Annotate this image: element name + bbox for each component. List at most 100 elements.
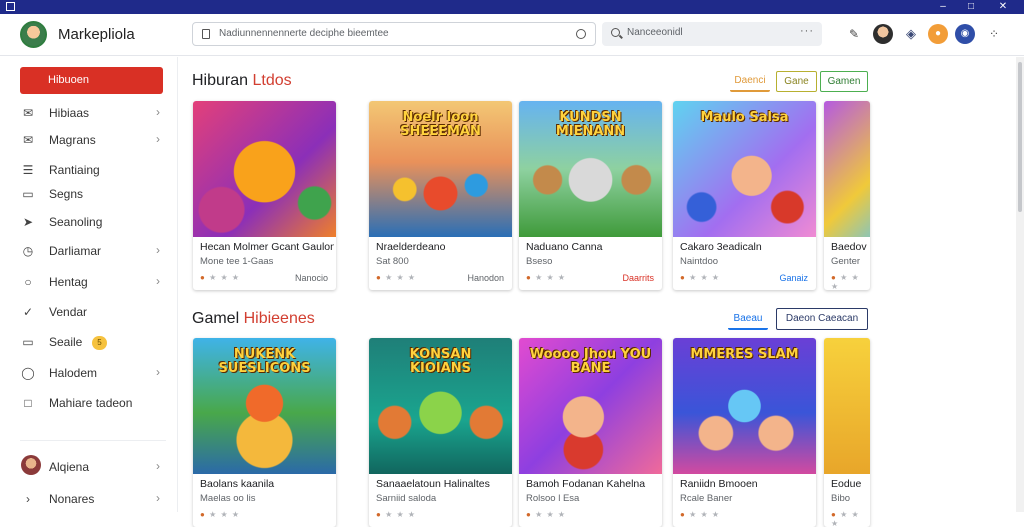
window-title-bar: – □ ✕ (0, 0, 1024, 14)
account-icon[interactable]: ◉ (955, 24, 975, 44)
sidebar-item-9[interactable]: ◯ Halodem › (20, 363, 166, 385)
rating-stars: ● ★ ★ ★ (200, 273, 241, 282)
brand-logo[interactable] (20, 21, 47, 48)
sidebar-item-2[interactable]: ☰ Rantiaing (20, 160, 166, 182)
chevron-right-icon: › (156, 459, 160, 473)
chevron-right-icon: › (156, 365, 160, 379)
game-card[interactable]: W Eodue Bibo ● ★ ★ ★ (824, 338, 870, 527)
game-title[interactable]: Sanaaelatoun Halinaltes (376, 478, 510, 490)
brand-name: Markepliola (58, 26, 135, 43)
game-subtitle: Bibo (831, 493, 851, 504)
sidebar-item-label: Hibiaas (49, 106, 90, 120)
sidebar-item-6[interactable]: ○ Hentag › (20, 272, 166, 294)
rating-stars: ● ★ ★ ★ (200, 510, 241, 519)
game-card[interactable]: NUKENK SUESLICONS Baolans kaanila Maelas o… (193, 338, 336, 527)
scrollbar-thumb[interactable] (1018, 62, 1022, 212)
game-card[interactable]: Hecan Molmer Gcant Gaulon Mone tee 1-Gaas… (193, 101, 336, 290)
sidebar-item-7[interactable]: ✓ Vendar (20, 302, 166, 324)
thumbnail-title-art: Woooo Jhou YOU BANE (529, 347, 652, 376)
thumbnail-title-art: NUKENK SUESLICONS (218, 347, 311, 376)
price-label[interactable]: Nanocio (295, 273, 328, 283)
sidebar-item-more[interactable]: › Nonares › (20, 489, 166, 511)
game-thumbnail[interactable] (824, 101, 870, 237)
sidebar-item-10[interactable]: □ Mahiare tadeon (20, 393, 166, 415)
sidebar-item-1[interactable]: ✉ Magrans › (20, 130, 166, 152)
rating-stars: ● ★ ★ ★ (376, 510, 417, 519)
sidebar-item-label: Alqiena (49, 460, 90, 474)
rating-stars: ● ★ ★ ★ (376, 273, 417, 282)
game-card[interactable]: Baedov Genter ● ★ ★ ★ (824, 101, 870, 290)
sidebar-item-label: Halodem (49, 366, 98, 380)
sidebar-divider (20, 440, 166, 441)
notification-icon[interactable]: ● (928, 24, 948, 44)
circle-icon: ○ (24, 275, 32, 289)
chevron-right-icon: › (156, 243, 160, 257)
game-title[interactable]: Naduano Canna (526, 241, 660, 253)
sidebar-item-3[interactable]: ▭ Segns (20, 184, 166, 206)
game-subtitle: Naintdoo (680, 256, 719, 267)
chevron-right-icon: › (156, 132, 160, 146)
primary-action-button[interactable]: Hibuoen (20, 67, 163, 94)
sidebar-item-label: Mahiare tadeon (49, 396, 133, 410)
shield-icon[interactable]: ◈ (901, 24, 921, 44)
game-card[interactable]: KUNDSN MIENANN Naduano Canna Bseso ● ★ ★ ★ D… (519, 101, 662, 290)
game-card[interactable]: Noelr Ioon SHEEEMAN Nraelderdeano Sat 800 ●… (369, 101, 512, 290)
app-window-icon (6, 2, 15, 11)
game-title[interactable]: Bamoh Fodanan Kahelna (526, 478, 660, 490)
address-bar[interactable]: Nadiunnennennerte deciphe bieemtee (192, 22, 596, 46)
game-subtitle: Rolsoo l Esa (526, 493, 580, 504)
game-card[interactable]: MMERES SLAM Raniidn Bmooen Rcale Baner ● ★ … (673, 338, 816, 527)
minimize-button[interactable]: – (932, 0, 954, 14)
price-label[interactable]: Ganaiz (779, 273, 808, 283)
inbox-icon: ✉ (22, 133, 34, 147)
sidebar-item-label: Darliamar (49, 244, 102, 258)
game-title[interactable]: Baedov (831, 241, 870, 253)
sidebar-item-4[interactable]: ➤ Seanoling (20, 212, 166, 234)
more-options-icon[interactable]: ··· (800, 25, 814, 37)
maximize-button[interactable]: □ (960, 0, 982, 14)
reload-icon[interactable] (576, 29, 586, 39)
game-subtitle: Sarniid saloda (376, 493, 437, 504)
filter-chip[interactable]: Baeau (728, 309, 768, 330)
filter-chip[interactable]: Gane (776, 71, 817, 92)
game-card[interactable]: Maulo Salsa Cakaro 3eadicaln Naintdoo ● ★ ★… (673, 101, 816, 290)
price-label[interactable]: Daarrits (622, 273, 654, 283)
sidebar-item-account[interactable]: Alqiena › (20, 457, 166, 479)
game-subtitle: Mone tee 1-Gaas (200, 256, 274, 267)
app-header: Markepliola Nadiunnennennerte deciphe bi… (0, 14, 1024, 56)
sidebar-item-label: Seanoling (49, 215, 103, 229)
sidebar-item-8[interactable]: ▭ Seaile 5 (20, 332, 166, 354)
apps-grid-icon[interactable]: ⁘ (984, 24, 1004, 44)
sidebar-item-5[interactable]: ◷ Darliamar › (20, 241, 166, 263)
game-card[interactable]: Woooo Jhou YOU BANE Bamoh Fodanan Kahelna… (519, 338, 662, 527)
close-button[interactable]: ✕ (992, 0, 1014, 14)
filter-chip[interactable]: Daenci (730, 71, 770, 92)
filter-chip[interactable]: Gamen (820, 71, 868, 92)
check-icon: ✓ (22, 305, 34, 319)
address-text[interactable]: Nadiunnennennerte deciphe bieemtee (219, 28, 389, 39)
box-icon: ▭ (22, 335, 34, 349)
game-thumbnail[interactable] (193, 101, 336, 237)
thumbnail-title-art: Noelr Ioon SHEEEMAN (400, 110, 481, 139)
thumbnail-title-art: W (832, 348, 870, 362)
thumbnail-title-art: MMERES SLAM (690, 347, 799, 362)
game-title[interactable]: Baolans kaanila (200, 478, 334, 490)
search-input[interactable]: Nanceeonidl ··· (602, 22, 822, 46)
game-title[interactable]: Nraelderdeano (376, 241, 510, 253)
profile-avatar[interactable] (873, 24, 893, 44)
game-card[interactable]: KONSAN KIOIANS Sanaaelatoun Halinaltes Sar… (369, 338, 512, 527)
send-icon: ➤ (22, 215, 34, 229)
price-label[interactable]: Hanodon (467, 273, 504, 283)
search-icon (611, 28, 620, 37)
filter-chip[interactable]: Daeon Caeacan (776, 308, 868, 330)
game-subtitle: Bseso (526, 256, 553, 267)
sidebar-item-0[interactable]: ✉ Hibiaas › (20, 103, 166, 125)
game-title[interactable]: Eodue (831, 478, 870, 490)
game-title[interactable]: Cakaro 3eadicaln (680, 241, 814, 253)
pen-icon[interactable]: ✎ (844, 24, 864, 44)
section-title: Hiburan Ltdos (192, 72, 292, 89)
game-title[interactable]: Raniidn Bmooen (680, 478, 814, 490)
game-title[interactable]: Hecan Molmer Gcant Gaulon (200, 241, 334, 253)
sidebar-item-label: Rantiaing (49, 163, 100, 177)
chevron-right-icon: › (156, 274, 160, 288)
